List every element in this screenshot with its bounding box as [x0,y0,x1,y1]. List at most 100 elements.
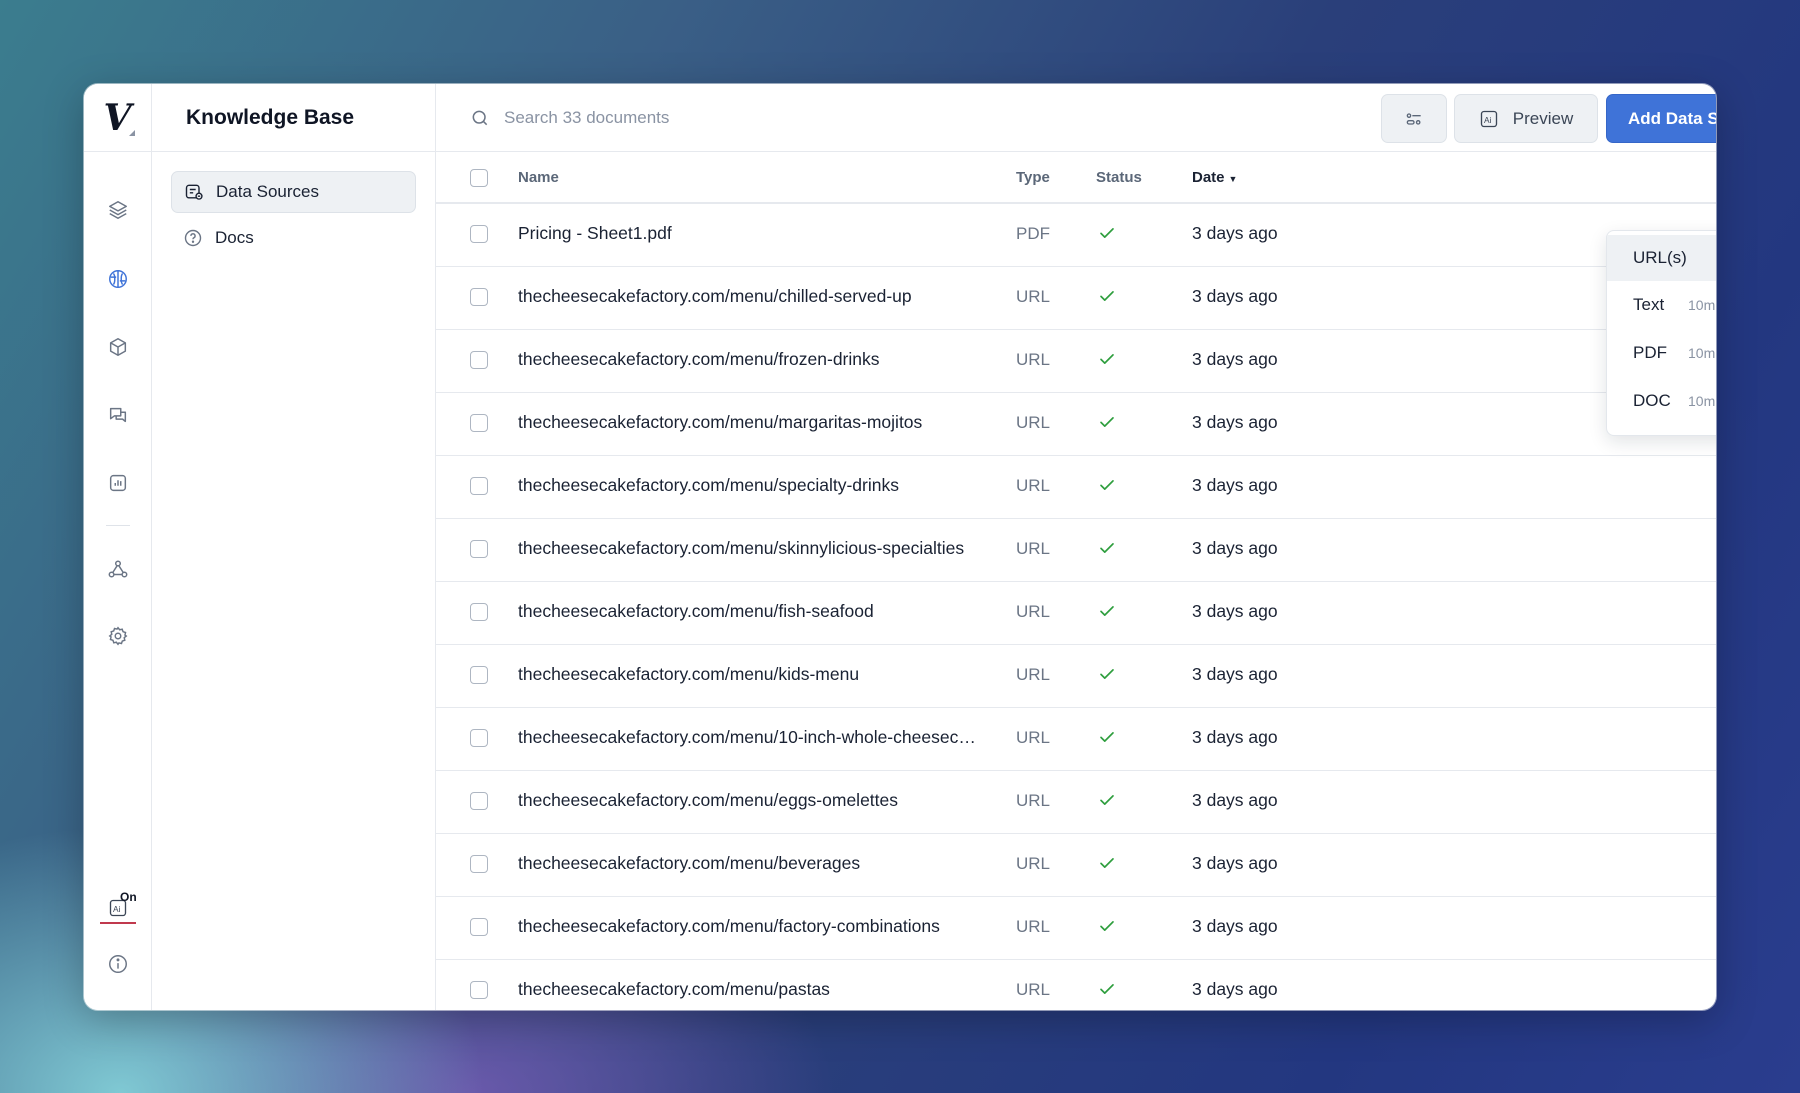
sidebar-item-data-sources[interactable]: Data Sources [171,171,416,213]
sidebar-item-docs[interactable]: Docs [171,217,416,259]
row-checkbox[interactable] [470,981,488,999]
document-name[interactable]: thecheesecakefactory.com/menu/kids-menu [518,664,859,685]
status-check-icon [1098,980,1116,1003]
header-status[interactable]: Status [1096,169,1142,186]
document-name[interactable]: Pricing - Sheet1.pdf [518,223,672,244]
search-input[interactable] [504,102,1004,134]
document-date: 3 days ago [1192,979,1278,999]
table-row[interactable]: thecheesecakefactory.com/menu/factory-co… [436,897,1716,960]
row-checkbox[interactable] [470,603,488,621]
table-row[interactable]: thecheesecakefactory.com/menu/skinnylici… [436,519,1716,582]
row-checkbox[interactable] [470,540,488,558]
status-check-icon [1098,854,1116,877]
top-bar: Ai Preview Add Data Source [436,84,1716,152]
document-type: URL [1016,602,1051,621]
document-name[interactable]: thecheesecakefactory.com/menu/pastas [518,979,830,1000]
table-row[interactable]: thecheesecakefactory.com/menu/kids-menu U… [436,645,1716,708]
document-type: URL [1016,350,1051,369]
document-type: PDF [1016,224,1050,243]
table-row[interactable]: thecheesecakefactory.com/menu/beverages U… [436,834,1716,897]
menu-item-label: PDF [1633,343,1667,362]
document-type: URL [1016,287,1051,306]
status-check-icon [1098,224,1116,247]
table-header: Name Type Status Date ▼ [436,152,1716,204]
menu-item-pdf[interactable]: PDF 10mb max [1607,329,1716,377]
preview-button[interactable]: Ai Preview [1454,94,1598,143]
status-check-icon [1098,602,1116,625]
menu-item-text[interactable]: Text 10mb max [1607,281,1716,329]
document-date: 3 days ago [1192,349,1278,369]
header-name[interactable]: Name [518,169,559,186]
table-row[interactable]: thecheesecakefactory.com/menu/chilled-se… [436,267,1716,330]
document-type: URL [1016,476,1051,495]
app-logo[interactable]: V [84,84,151,152]
row-checkbox[interactable] [470,288,488,306]
logo-corner-mark [129,130,135,136]
layers-icon[interactable] [104,196,132,224]
status-check-icon [1098,791,1116,814]
table-row[interactable]: thecheesecakefactory.com/menu/margaritas… [436,393,1716,456]
document-date: 3 days ago [1192,538,1278,558]
row-checkbox[interactable] [470,666,488,684]
add-data-source-label: Add Data Source [1628,108,1716,128]
row-checkbox[interactable] [470,855,488,873]
icon-rail: V Ai On [84,84,152,1010]
row-checkbox[interactable] [470,729,488,747]
document-name[interactable]: thecheesecakefactory.com/menu/margaritas… [518,412,922,433]
document-name[interactable]: thecheesecakefactory.com/menu/specialty-… [518,475,899,496]
menu-item-hint: 10mb max [1688,393,1716,409]
menu-item-hint: 10mb max [1688,297,1716,313]
row-checkbox[interactable] [470,792,488,810]
status-check-icon [1098,476,1116,499]
document-name[interactable]: thecheesecakefactory.com/menu/frozen-dri… [518,349,880,370]
settings-icon[interactable] [104,622,132,650]
svg-text:Ai: Ai [1484,114,1492,124]
table-row[interactable]: Pricing - Sheet1.pdf PDF 3 days ago [436,204,1716,267]
document-date: 3 days ago [1192,475,1278,495]
table-row[interactable]: thecheesecakefactory.com/menu/specialty-… [436,456,1716,519]
header-date[interactable]: Date ▼ [1192,169,1237,186]
cube-icon[interactable] [104,333,132,361]
table-row[interactable]: thecheesecakefactory.com/menu/fish-seafo… [436,582,1716,645]
add-data-source-button[interactable]: Add Data Source [1606,94,1716,143]
analytics-icon[interactable] [104,469,132,497]
select-all-checkbox[interactable] [470,169,488,187]
document-name[interactable]: thecheesecakefactory.com/menu/chilled-se… [518,286,912,307]
document-date: 3 days ago [1192,853,1278,873]
chat-icon[interactable] [104,401,132,429]
document-date: 3 days ago [1192,601,1278,621]
row-checkbox[interactable] [470,477,488,495]
filter-button[interactable] [1381,94,1447,143]
row-checkbox[interactable] [470,414,488,432]
table-row[interactable]: thecheesecakefactory.com/menu/pastas URL 3… [436,960,1716,1010]
document-type: URL [1016,413,1051,432]
document-name[interactable]: thecheesecakefactory.com/menu/beverages [518,853,860,874]
table-row[interactable]: thecheesecakefactory.com/menu/10-inch-wh… [436,708,1716,771]
logo-letter: V [103,96,132,139]
table-row[interactable]: thecheesecakefactory.com/menu/frozen-dri… [436,330,1716,393]
table-row[interactable]: thecheesecakefactory.com/menu/eggs-omele… [436,771,1716,834]
menu-item-label: Text [1633,295,1665,314]
brain-icon[interactable] [104,265,132,293]
document-name[interactable]: thecheesecakefactory.com/menu/factory-co… [518,916,940,937]
info-icon[interactable] [104,950,132,978]
menu-item-label: DOC [1633,391,1671,410]
status-check-icon [1098,350,1116,373]
menu-item-doc[interactable]: DOC 10mb max [1607,377,1716,425]
preview-label: Preview [1512,108,1574,128]
help-circle-icon [184,229,202,247]
data-sources-icon [185,184,203,200]
document-name[interactable]: thecheesecakefactory.com/menu/fish-seafo… [518,601,874,622]
menu-item-urls[interactable]: URL(s) [1607,235,1716,281]
ai-toggle[interactable]: Ai On [100,890,138,926]
row-checkbox[interactable] [470,225,488,243]
row-checkbox[interactable] [470,918,488,936]
document-name[interactable]: thecheesecakefactory.com/menu/eggs-omele… [518,790,898,811]
row-checkbox[interactable] [470,351,488,369]
ai-preview-icon: Ai [1480,110,1497,127]
document-name[interactable]: thecheesecakefactory.com/menu/skinnylici… [518,538,964,559]
header-type[interactable]: Type [1016,169,1050,186]
sidebar-item-label: Docs [215,228,254,247]
integrations-icon[interactable] [104,555,132,583]
document-name[interactable]: thecheesecakefactory.com/menu/10-inch-wh… [518,727,976,748]
